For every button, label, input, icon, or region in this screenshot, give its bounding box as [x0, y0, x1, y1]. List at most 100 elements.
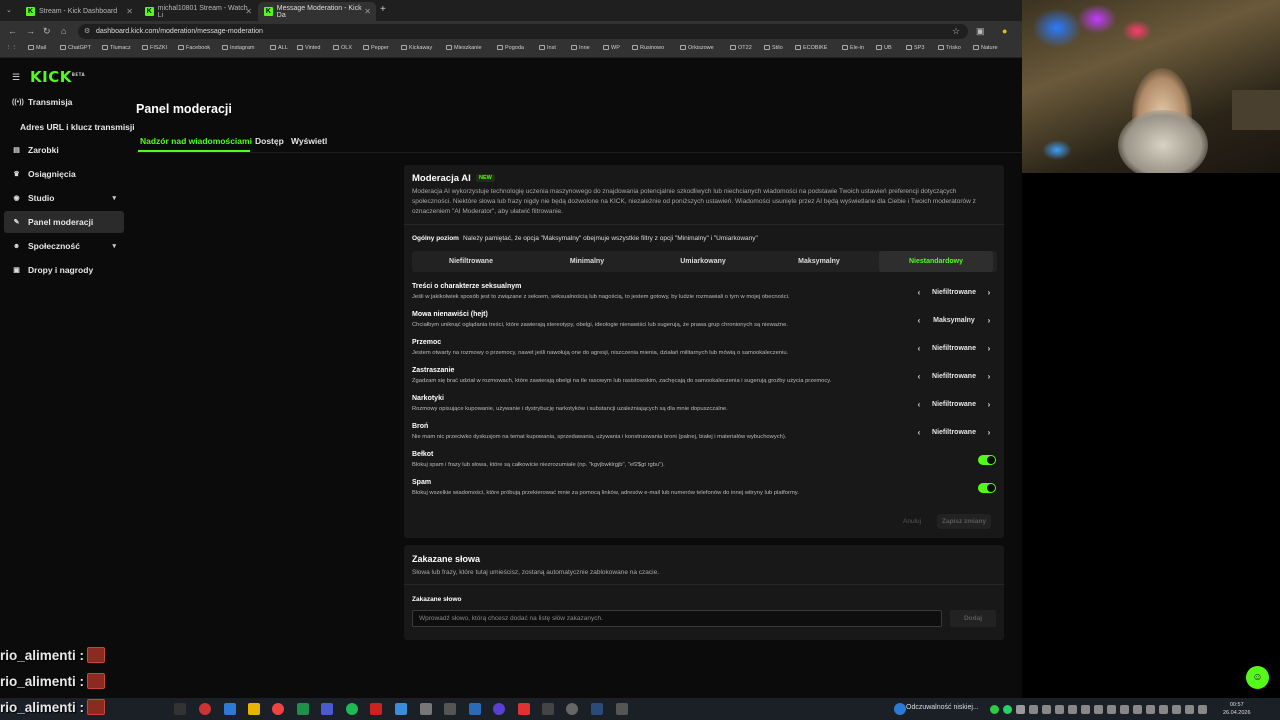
explorer-icon[interactable]: [248, 703, 260, 715]
bookmark-item[interactable]: Trisko: [938, 45, 961, 51]
sidebar-item-transmisja[interactable]: ((•)) Transmisja: [4, 91, 124, 113]
tray-icon[interactable]: [1198, 705, 1207, 714]
app-icon[interactable]: [370, 703, 382, 715]
task-view-icon[interactable]: [174, 703, 186, 715]
excel-icon[interactable]: [297, 703, 309, 715]
chevron-right-icon[interactable]: ›: [984, 399, 994, 411]
bookmark-item[interactable]: OT22: [730, 45, 752, 51]
bookmark-item[interactable]: SP3: [906, 45, 924, 51]
tray-icon[interactable]: [1159, 705, 1168, 714]
back-icon[interactable]: ←: [8, 26, 17, 36]
tab-stream-dashboard[interactable]: K Stream - Kick Dashboard ✕: [20, 2, 138, 21]
bookmark-item[interactable]: WP: [603, 45, 620, 51]
vscode-icon[interactable]: [224, 703, 236, 715]
spam-toggle[interactable]: [978, 483, 996, 493]
app-icon[interactable]: [566, 703, 578, 715]
bookmark-item[interactable]: Rusinowo: [632, 45, 664, 51]
app-icon[interactable]: [591, 703, 603, 715]
tray-icon[interactable]: [1016, 705, 1025, 714]
tray-icon[interactable]: [1029, 705, 1038, 714]
extension-icon[interactable]: ▣: [976, 26, 985, 37]
tab-message-moderation[interactable]: K Message Moderation - Kick Da ✕: [258, 2, 376, 21]
gibberish-toggle[interactable]: [978, 455, 996, 465]
bookmark-item[interactable]: UB: [876, 45, 892, 51]
tray-icon[interactable]: [1055, 705, 1064, 714]
new-tab-icon[interactable]: +: [380, 4, 386, 15]
level-option-minimalny[interactable]: Minimalny: [530, 251, 644, 272]
url-field[interactable]: ⚙ dashboard.kick.com/moderation/message-…: [78, 24, 968, 39]
spotify-icon[interactable]: [346, 703, 358, 715]
tab-message-oversight[interactable]: Nadzór nad wiadomościami: [140, 136, 252, 146]
level-option-umiarkowany[interactable]: Umiarkowany: [646, 251, 760, 272]
chrome-icon[interactable]: [272, 703, 284, 715]
weather-icon[interactable]: [894, 703, 906, 715]
app-icon[interactable]: [199, 703, 211, 715]
app-icon[interactable]: [518, 703, 530, 715]
bookmark-item[interactable]: Vinted: [297, 45, 321, 51]
clock[interactable]: 00:57 26.04.2026: [1223, 701, 1251, 717]
chevron-left-icon[interactable]: ‹: [914, 287, 924, 299]
app-icon[interactable]: [420, 703, 432, 715]
bookmark-item[interactable]: Ele-in: [842, 45, 864, 51]
level-option-niestandardowy[interactable]: Niestandardowy: [879, 251, 993, 272]
bookmark-item[interactable]: Instagram: [222, 45, 254, 51]
tab-watch-stream[interactable]: Kmichal10801 Stream - Watch Li ✕: [139, 2, 257, 21]
add-banned-word-button[interactable]: Dodaj: [950, 610, 996, 627]
sidebar-item-osiagniecia[interactable]: ♛ Osiągnięcia: [4, 163, 124, 185]
chevron-right-icon[interactable]: ›: [984, 371, 994, 383]
tab-display[interactable]: Wyświetl: [291, 136, 327, 146]
app-icon[interactable]: [321, 703, 333, 715]
chevron-left-icon[interactable]: ‹: [914, 371, 924, 383]
save-changes-button[interactable]: Zapisz zmiany: [937, 514, 992, 529]
app-icon[interactable]: [542, 703, 554, 715]
tray-icon[interactable]: [1042, 705, 1051, 714]
chevron-left-icon[interactable]: ‹: [914, 343, 924, 355]
site-info-icon[interactable]: ⚙: [84, 24, 90, 39]
chevron-right-icon[interactable]: ›: [984, 315, 994, 327]
chevron-left-icon[interactable]: ‹: [914, 315, 924, 327]
tab-list-icon[interactable]: ⌄: [6, 6, 12, 14]
tray-icon[interactable]: [990, 705, 999, 714]
menu-icon[interactable]: ☰: [12, 72, 20, 83]
sidebar-item-zarobki[interactable]: ▤ Zarobki: [4, 139, 124, 161]
bookmark-item[interactable]: ECOBIKE: [795, 45, 827, 51]
tray-icon[interactable]: [1081, 705, 1090, 714]
bookmark-item[interactable]: ALL: [270, 45, 288, 51]
chevron-left-icon[interactable]: ‹: [914, 427, 924, 439]
kick-logo[interactable]: KICKBETA: [30, 68, 85, 86]
chat-bubble-icon[interactable]: ☺: [1246, 666, 1269, 689]
tray-icon[interactable]: [1146, 705, 1155, 714]
close-icon[interactable]: ✕: [126, 7, 133, 16]
close-icon[interactable]: ✕: [245, 7, 252, 16]
sidebar-item-stream-key[interactable]: Adres URL i klucz transmisji: [20, 122, 135, 132]
bookmark-item[interactable]: Tłumacz: [102, 45, 131, 51]
bookmark-item[interactable]: Mieszkanie: [446, 45, 482, 51]
bookmark-item[interactable]: OLX: [333, 45, 352, 51]
tray-icon[interactable]: [1133, 705, 1142, 714]
tray-icon[interactable]: [1172, 705, 1181, 714]
tray-icon[interactable]: [1185, 705, 1194, 714]
bookmark-item[interactable]: Inst: [539, 45, 556, 51]
whatsapp-icon[interactable]: [1003, 705, 1012, 714]
app-icon[interactable]: [493, 703, 505, 715]
tray-icon[interactable]: [1094, 705, 1103, 714]
bookmark-item[interactable]: Inne: [571, 45, 590, 51]
bookmark-item[interactable]: Orkiszowe: [680, 45, 714, 51]
bookmark-item[interactable]: Mail: [28, 45, 46, 51]
app-icon[interactable]: [444, 703, 456, 715]
app-icon[interactable]: [616, 703, 628, 715]
app-icon[interactable]: [395, 703, 407, 715]
forward-icon[interactable]: →: [26, 26, 35, 36]
bookmark-item[interactable]: FISZKI: [142, 45, 167, 51]
bookmark-item[interactable]: Stilo: [764, 45, 783, 51]
chevron-right-icon[interactable]: ›: [984, 287, 994, 299]
profile-icon[interactable]: ●: [1002, 26, 1007, 36]
close-icon[interactable]: ✕: [364, 7, 371, 16]
bookmark-item[interactable]: Pepper: [363, 45, 389, 51]
cancel-button[interactable]: Anuluj: [903, 518, 921, 525]
tab-access[interactable]: Dostęp: [255, 136, 284, 146]
banned-word-input[interactable]: [412, 610, 942, 627]
sidebar-item-studio[interactable]: ◉ Studio ▾: [4, 187, 124, 209]
tray-icon[interactable]: [1120, 705, 1129, 714]
bookmark-item[interactable]: ChatGPT: [60, 45, 91, 51]
